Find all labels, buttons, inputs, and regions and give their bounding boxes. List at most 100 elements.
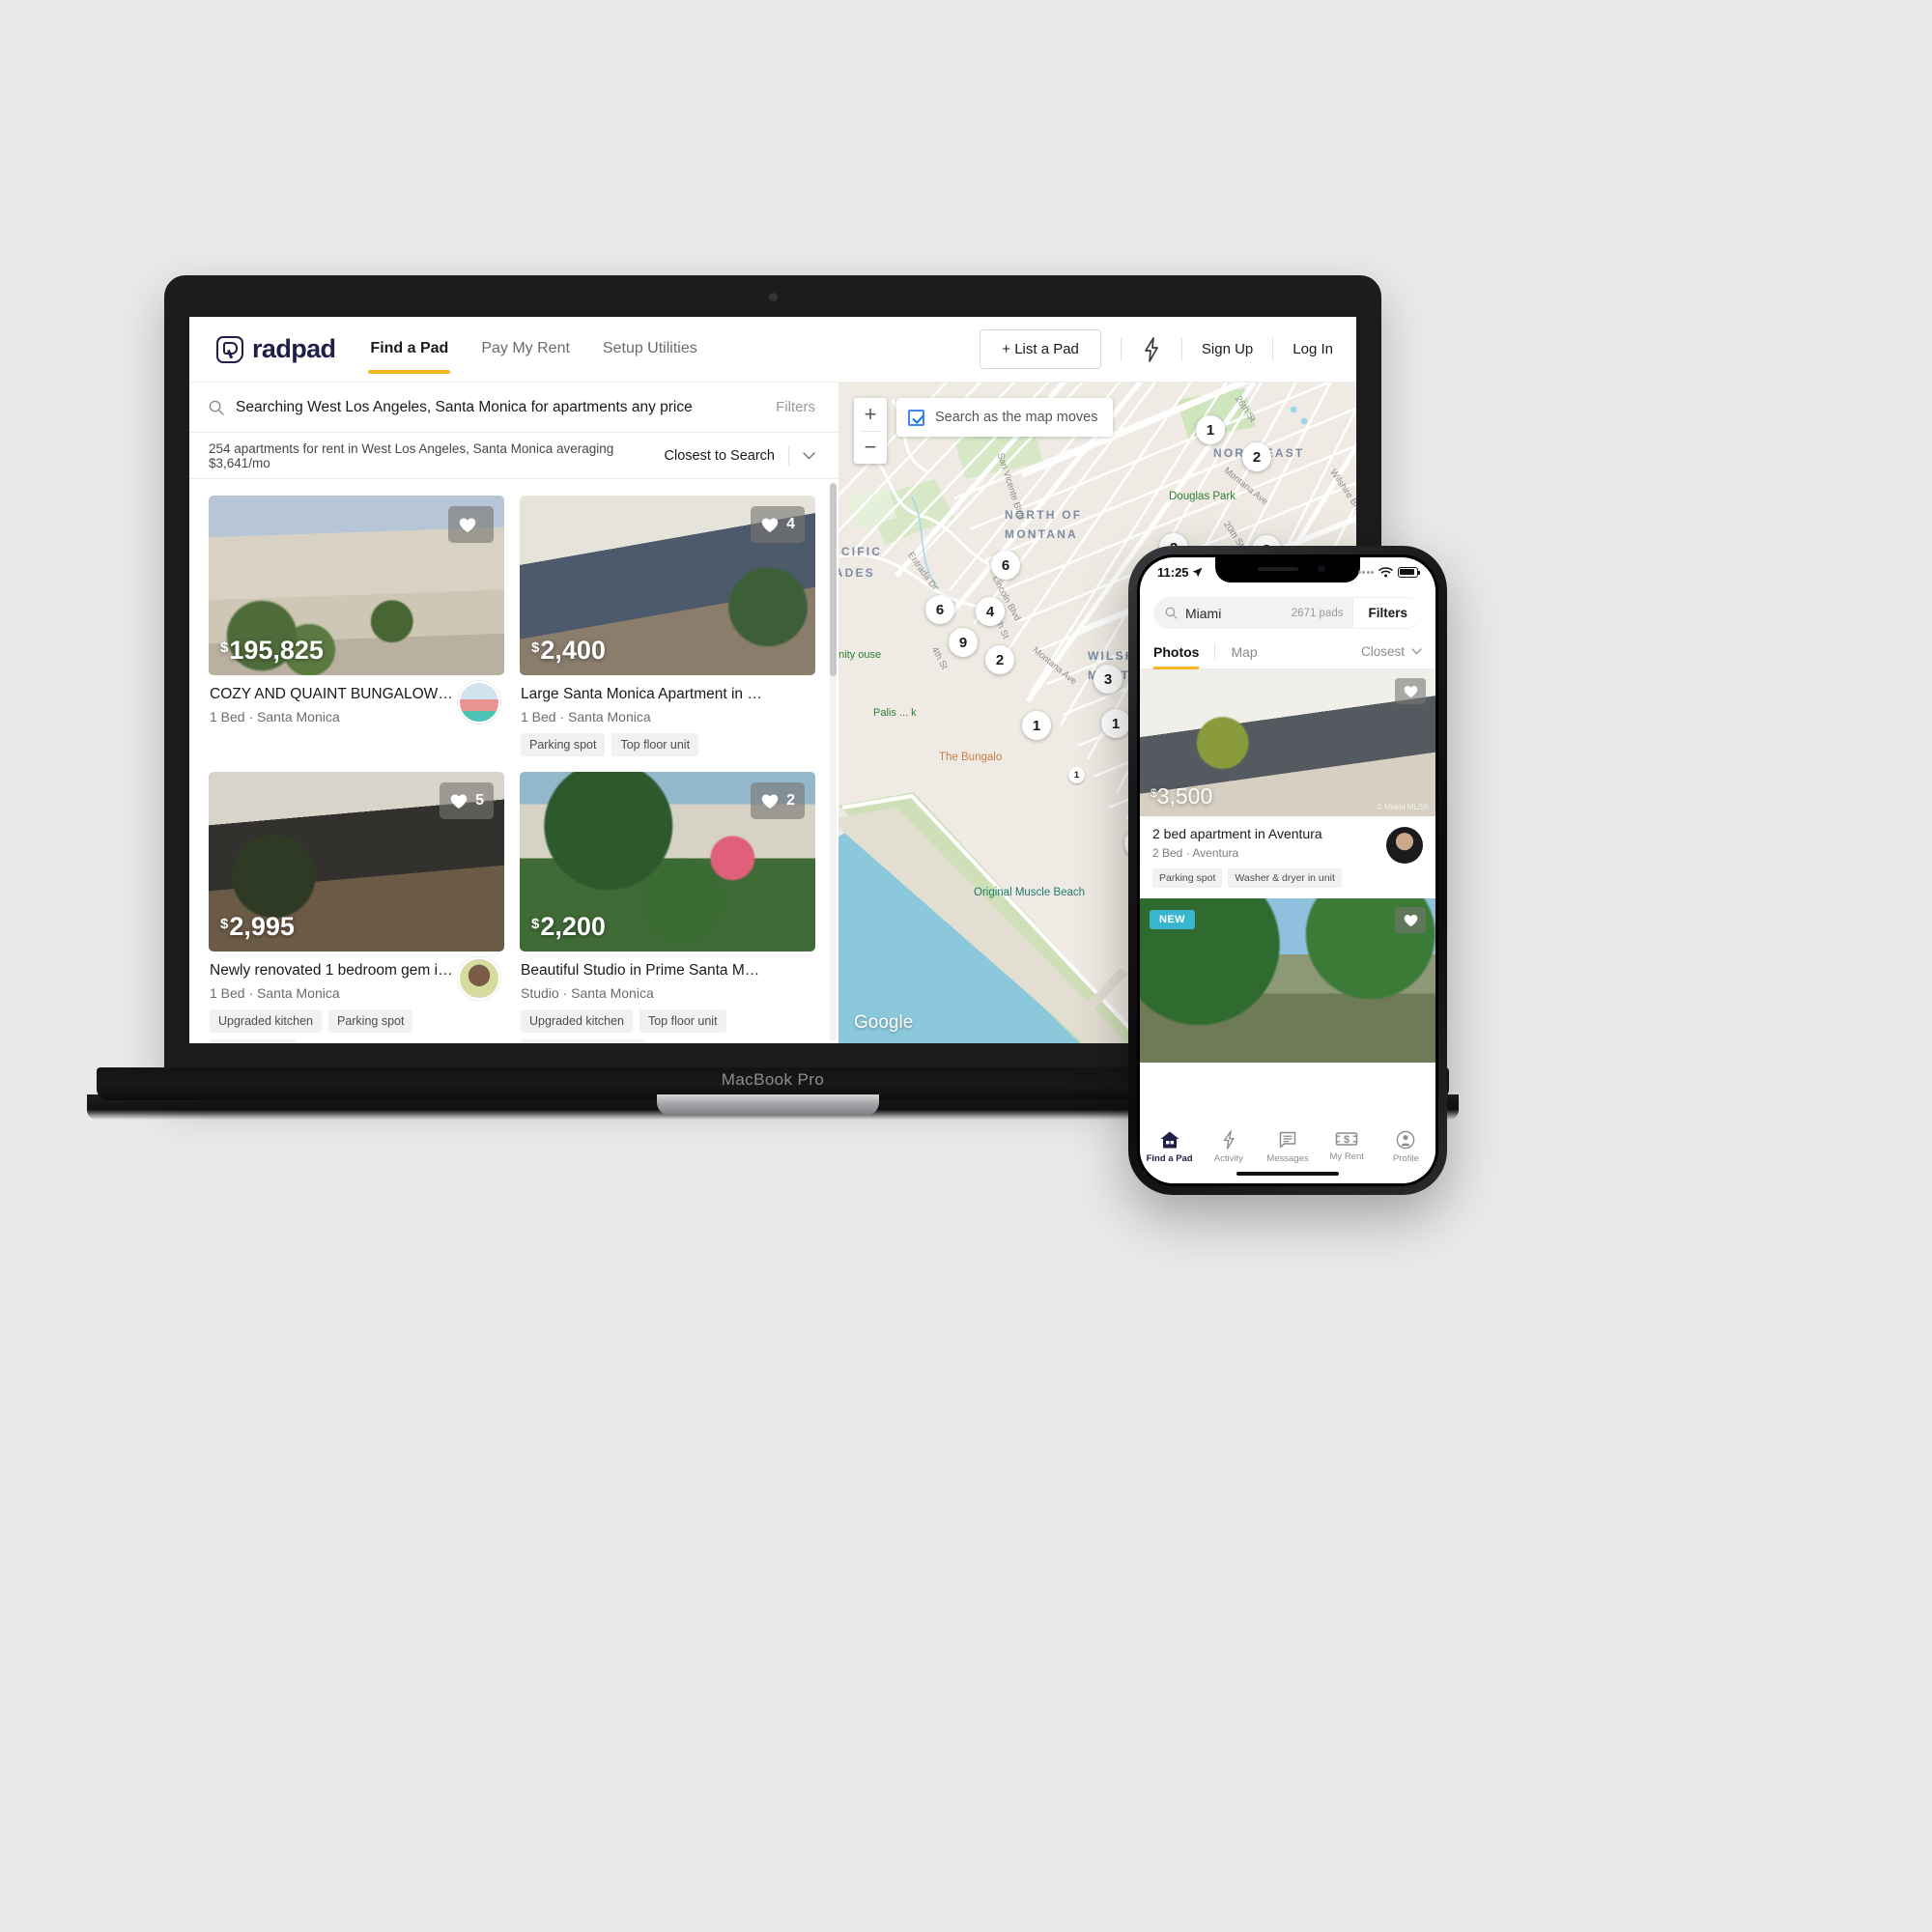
map-cluster-pin[interactable]: 2: [1242, 442, 1271, 471]
favorite-button[interactable]: 4: [751, 506, 805, 543]
map-cluster-pin[interactable]: 1: [1022, 711, 1051, 740]
price-value: 2,200: [540, 912, 606, 941]
map-cluster-pin[interactable]: 4: [976, 597, 1005, 626]
checkbox-icon[interactable]: [908, 409, 924, 426]
money-icon: $: [1335, 1132, 1358, 1146]
favorite-button[interactable]: [448, 506, 494, 543]
tab-messages[interactable]: Messages: [1258, 1130, 1317, 1164]
currency-symbol: $: [531, 916, 540, 932]
search-input[interactable]: Searching West Los Angeles, Santa Monica…: [236, 399, 776, 416]
top-navbar: radpad Find a Pad Pay My Rent Setup Util…: [189, 317, 1356, 383]
zoom-out-button[interactable]: −: [854, 431, 887, 464]
map-cluster-pin[interactable]: 3: [1094, 665, 1122, 694]
avatar[interactable]: [1386, 827, 1423, 864]
zoom-out-label: −: [864, 435, 877, 459]
wifi-icon: [1378, 567, 1393, 578]
phone-listing-price: $ 3,500: [1151, 783, 1212, 810]
listings-scroll-area[interactable]: $ 195,825 COZY AND QUAINT BUNGALOW STYLE…: [189, 480, 838, 1043]
listing-title: Large Santa Monica Apartment in Great Ar…: [521, 686, 814, 702]
tab-activity[interactable]: Activity: [1199, 1130, 1258, 1164]
zoom-in-button[interactable]: +: [854, 398, 887, 431]
phone-pads-count: 2671 pads: [1291, 607, 1344, 619]
results-count-text: 254 apartments for rent in West Los Ange…: [209, 440, 614, 470]
map-cluster-pin[interactable]: 1: [1068, 767, 1085, 783]
map-cluster-pin[interactable]: 9: [949, 628, 978, 657]
laptop-notch-foot: [657, 1094, 879, 1116]
tab-profile[interactable]: Profile: [1377, 1130, 1435, 1164]
nav-item-find-a-pad[interactable]: Find a Pad: [368, 317, 451, 383]
favorite-button[interactable]: 5: [440, 782, 494, 819]
sort-label[interactable]: Closest to Search: [665, 448, 775, 464]
svg-text:$: $: [1344, 1134, 1350, 1146]
tab-my-rent[interactable]: $ My Rent: [1318, 1130, 1377, 1162]
listing-tags: Upgraded kitchen Top floor unit Upgraded…: [521, 1009, 814, 1043]
listing-photo[interactable]: 4 $ 2,400: [520, 496, 815, 675]
map-cluster-pin[interactable]: 6: [991, 551, 1020, 580]
favorite-button[interactable]: [1395, 907, 1426, 933]
phone-sort-control[interactable]: Closest: [1361, 644, 1422, 659]
phone-listing-photo[interactable]: $ 3,500 © Miami MLS®: [1140, 669, 1435, 816]
listing-tag: Parking spot: [1152, 868, 1223, 888]
listing-price: $ 2,400: [531, 636, 606, 666]
heart-icon: [459, 518, 476, 532]
log-in-link[interactable]: Log In: [1293, 341, 1333, 357]
heart-icon: [761, 518, 779, 532]
listing-price: $ 195,825: [220, 636, 324, 666]
phone-listing-photo[interactable]: NEW: [1140, 898, 1435, 1063]
nav-item-pay-my-rent[interactable]: Pay My Rent: [479, 317, 572, 383]
status-time: 11:25: [1157, 565, 1203, 580]
listings-pane: Searching West Los Angeles, Santa Monica…: [189, 383, 838, 1043]
phone-filters-button[interactable]: Filters: [1352, 597, 1422, 629]
phone-listing-card[interactable]: NEW: [1140, 898, 1435, 1063]
listing-photo[interactable]: 2 $ 2,200: [520, 772, 815, 952]
chevron-down-icon[interactable]: [803, 451, 815, 460]
map-cluster-pin[interactable]: 2: [985, 645, 1014, 674]
bolt-icon[interactable]: [1141, 336, 1162, 362]
bolt-icon: [1223, 1130, 1235, 1150]
search-as-map-moves-toggle[interactable]: Search as the map moves: [896, 398, 1114, 437]
phone-search-bar[interactable]: Miami 2671 pads Filters: [1153, 597, 1422, 629]
favorite-button[interactable]: 2: [751, 782, 805, 819]
listing-card[interactable]: 4 $ 2,400 Large Santa Monica Apartment i…: [520, 496, 815, 756]
phone-search-input[interactable]: Miami: [1185, 606, 1292, 621]
radpad-logo[interactable]: radpad: [216, 334, 336, 364]
poi-label-muscle-beach: Original Muscle Beach: [974, 887, 1086, 898]
brand-name: radpad: [252, 334, 336, 363]
listing-card[interactable]: 2 $ 2,200 Beautiful Studio in Prime Sant…: [520, 772, 815, 1043]
map-cluster-pin[interactable]: 1: [1101, 709, 1130, 738]
tab-find-a-pad[interactable]: Find a Pad: [1140, 1130, 1199, 1164]
nav-item-setup-utilities[interactable]: Setup Utilities: [601, 317, 699, 383]
listing-card[interactable]: 5 $ 2,995 Newly renovated 1 bedroom gem …: [209, 772, 504, 1043]
listing-card[interactable]: $ 195,825 COZY AND QUAINT BUNGALOW STYLE…: [209, 496, 504, 756]
listing-body: Large Santa Monica Apartment in Great Ar…: [520, 675, 815, 756]
message-icon: [1279, 1131, 1296, 1149]
nav-divider-3: [1272, 337, 1274, 361]
listing-photo[interactable]: $ 195,825: [209, 496, 504, 675]
scrollbar-thumb[interactable]: [830, 483, 837, 676]
map-cluster-pin[interactable]: 6: [925, 595, 954, 624]
tab-photos[interactable]: Photos: [1153, 635, 1200, 669]
currency-symbol: $: [220, 916, 229, 932]
home-indicator: [1236, 1171, 1339, 1176]
phone-view-tabs: Photos Map Closest: [1140, 635, 1435, 669]
phone-listing-card[interactable]: $ 3,500 © Miami MLS® 2 bed apartment in …: [1140, 669, 1435, 898]
listing-body: Newly renovated 1 bedroom gem in SM! 1 B…: [209, 952, 504, 1043]
sign-up-link[interactable]: Sign Up: [1202, 341, 1253, 357]
tab-map[interactable]: Map: [1231, 635, 1257, 669]
heart-icon: [761, 794, 779, 809]
listing-photo[interactable]: 5 $ 2,995: [209, 772, 504, 952]
listing-tag: Top floor unit: [611, 733, 699, 756]
avatar[interactable]: [458, 681, 500, 724]
favorite-count: 5: [475, 792, 484, 809]
avatar[interactable]: [458, 957, 500, 1000]
listing-subtitle: Studio · Santa Monica: [521, 985, 654, 1001]
favorite-button[interactable]: [1395, 678, 1426, 704]
tab-label: Messages: [1266, 1153, 1309, 1164]
nav-divider-1: [1120, 337, 1122, 361]
zoom-in-label: +: [864, 402, 877, 426]
listing-title: Beautiful Studio in Prime Santa Monica A…: [521, 962, 814, 979]
listings-scrollbar[interactable]: [830, 483, 837, 1041]
filters-button[interactable]: Filters: [776, 399, 815, 415]
map-cluster-pin[interactable]: 1: [1196, 415, 1225, 444]
list-a-pad-button[interactable]: + List a Pad: [980, 329, 1101, 369]
